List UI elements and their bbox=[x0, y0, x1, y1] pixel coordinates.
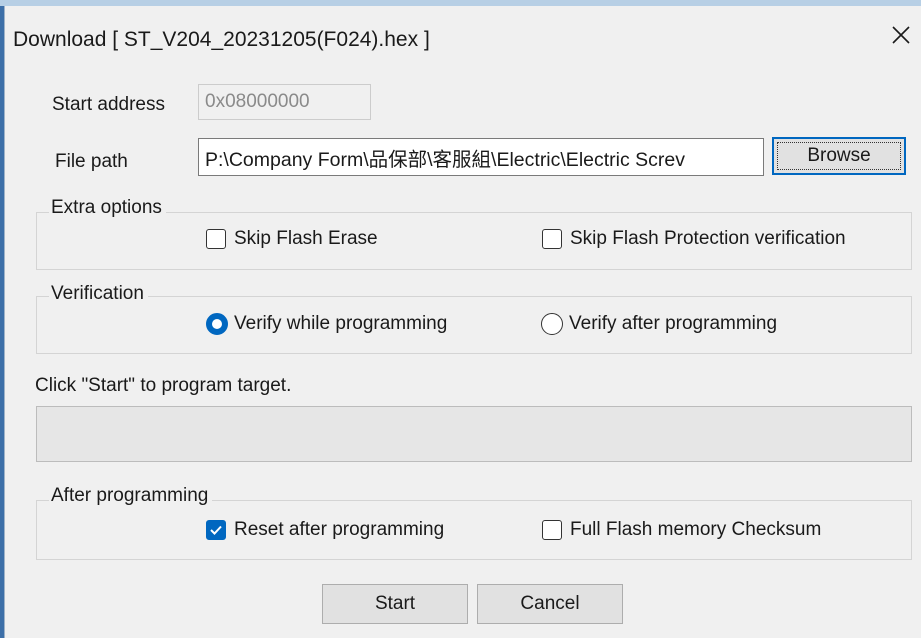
verify-after-radio[interactable] bbox=[541, 313, 563, 335]
start-address-field: 0x08000000 bbox=[198, 84, 371, 120]
file-path-label: File path bbox=[55, 151, 128, 172]
skip-flash-protection-checkbox[interactable] bbox=[542, 229, 562, 249]
verify-after-label: Verify after programming bbox=[569, 313, 778, 334]
title-bar[interactable]: Download [ ST_V204_20231205(F024).hex ] bbox=[5, 6, 921, 66]
verify-while-label: Verify while programming bbox=[234, 313, 448, 334]
file-path-input[interactable]: P:\Company Form\品保部\客服組\Electric\Electri… bbox=[198, 138, 764, 176]
download-dialog: Download [ ST_V204_20231205(F024).hex ] … bbox=[4, 6, 921, 638]
start-button[interactable]: Start bbox=[322, 584, 468, 624]
reset-after-label: Reset after programming bbox=[234, 519, 445, 540]
window-title: Download [ ST_V204_20231205(F024).hex ] bbox=[13, 28, 430, 51]
verification-title: Verification bbox=[49, 283, 148, 305]
start-address-label: Start address bbox=[52, 94, 165, 115]
reset-after-checkbox[interactable] bbox=[206, 520, 226, 540]
close-icon bbox=[892, 26, 910, 44]
skip-flash-erase-option[interactable]: Skip Flash Erase bbox=[206, 228, 378, 250]
cancel-button[interactable]: Cancel bbox=[477, 584, 623, 624]
skip-flash-protection-label: Skip Flash Protection verification bbox=[570, 228, 846, 249]
close-button[interactable] bbox=[886, 20, 916, 50]
status-text: Click "Start" to program target. bbox=[35, 375, 292, 396]
full-checksum-label: Full Flash memory Checksum bbox=[570, 519, 822, 540]
full-checksum-checkbox[interactable] bbox=[542, 520, 562, 540]
skip-flash-erase-checkbox[interactable] bbox=[206, 229, 226, 249]
verify-while-radio[interactable] bbox=[206, 313, 228, 335]
radio-dot bbox=[212, 319, 222, 329]
skip-flash-erase-label: Skip Flash Erase bbox=[234, 228, 378, 249]
verify-after-option[interactable]: Verify after programming bbox=[541, 313, 777, 335]
reset-after-option[interactable]: Reset after programming bbox=[206, 519, 444, 541]
full-checksum-option[interactable]: Full Flash memory Checksum bbox=[542, 519, 821, 541]
verification-group bbox=[36, 296, 912, 354]
extra-options-title: Extra options bbox=[49, 197, 166, 219]
skip-flash-protection-option[interactable]: Skip Flash Protection verification bbox=[542, 228, 846, 250]
after-programming-title: After programming bbox=[49, 485, 213, 507]
browse-button[interactable]: Browse bbox=[772, 137, 906, 175]
verify-while-option[interactable]: Verify while programming bbox=[206, 313, 447, 335]
checkmark-icon bbox=[210, 525, 222, 535]
progress-bar bbox=[36, 406, 912, 462]
